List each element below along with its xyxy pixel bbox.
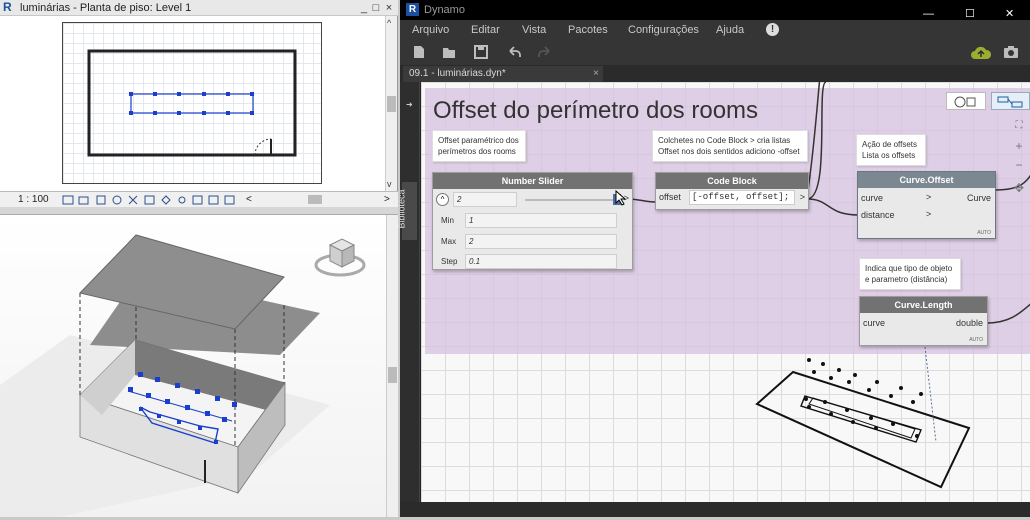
3d-vertical-scrollbar[interactable] <box>386 215 398 517</box>
dynamo-title: Dynamo <box>424 4 465 16</box>
plan-window-titlebar: R luminárias - Planta de piso: Level 1 _… <box>0 0 398 16</box>
3d-scroll-thumb[interactable] <box>388 367 397 383</box>
min-label: Min <box>441 216 454 225</box>
plan-drawing-area[interactable] <box>62 22 322 184</box>
slider-value[interactable]: 2 <box>453 192 517 207</box>
workspace-canvas[interactable]: Offset do perímetro dos rooms Offset par… <box>421 82 1030 502</box>
zoom-fit-icon[interactable]: ⛶ <box>1008 118 1030 136</box>
zoom-out-icon[interactable]: − <box>1008 157 1030 175</box>
library-sidebar: ➜ Biblioteca <box>397 82 420 517</box>
note-code-block[interactable]: Colchetes no Code Block > cria listas Of… <box>652 130 808 162</box>
menu-bar: Arquivo Editar Vista Pacotes Configuraçõ… <box>400 20 1030 40</box>
tab-label: 09.1 - luminárias.dyn* <box>409 68 506 79</box>
curve-offset-lacing[interactable]: AUTO <box>977 230 991 236</box>
camera-icon[interactable] <box>1003 45 1019 59</box>
view-control-icons[interactable] <box>62 195 262 206</box>
min-field[interactable]: 1 <box>465 213 617 228</box>
plan-scroll-thumb[interactable] <box>387 96 396 112</box>
slider-track[interactable] <box>525 199 617 201</box>
code-block-input-port[interactable]: offset <box>659 192 681 202</box>
curve-length-curve-port[interactable]: curve <box>863 318 885 328</box>
mouse-cursor-icon <box>615 190 627 206</box>
plan-restore-button[interactable]: □ <box>370 0 382 16</box>
redo-icon[interactable] <box>538 45 552 59</box>
curve-length-output-port[interactable]: double <box>956 318 983 328</box>
library-toggle[interactable]: Biblioteca <box>397 182 417 240</box>
toolbar <box>400 40 1030 66</box>
revit-floor-plan-view[interactable]: R luminárias - Planta de piso: Level 1 _… <box>0 0 398 207</box>
max-label: Max <box>441 237 457 246</box>
save-icon[interactable] <box>474 45 488 59</box>
cloud-publish-icon[interactable] <box>970 45 992 61</box>
menu-vista[interactable]: Vista <box>522 20 546 40</box>
plan-hscroll-thumb[interactable] <box>308 195 322 204</box>
step-field[interactable]: 0.1 <box>465 254 617 269</box>
note-acao-offsets[interactable]: Ação de offsets Lista os offsets <box>856 134 926 166</box>
curve-offset-output-port[interactable]: Curve <box>967 193 991 203</box>
geometry-view-toggle-icon[interactable] <box>946 92 986 110</box>
curve-offset-distance-port[interactable]: distance <box>861 210 895 220</box>
curve-offset-node[interactable]: Curve.Offset curve > distance > Curve AU… <box>857 171 996 239</box>
plan-drawing <box>87 49 297 157</box>
library-label: Biblioteca <box>396 189 407 229</box>
status-bar <box>400 502 1030 517</box>
menu-configuracoes[interactable]: Configurações <box>628 20 699 40</box>
scroll-down-button[interactable]: v <box>387 179 392 189</box>
graph-view-toggle-icon[interactable] <box>991 92 1030 110</box>
menu-ajuda[interactable]: Ajuda <box>716 20 744 40</box>
slider-expand-icon[interactable]: ^ <box>436 193 449 206</box>
plan-minimize-button[interactable]: _ <box>358 0 370 16</box>
plan-vertical-scrollbar[interactable]: ^ v <box>385 16 397 191</box>
hscroll-left[interactable]: < <box>246 192 252 208</box>
curve-offset-curve-port[interactable]: curve <box>861 193 883 203</box>
plan-close-button[interactable]: × <box>383 0 395 16</box>
curve-length-lacing[interactable]: AUTO <box>969 337 983 343</box>
hscroll-right[interactable]: > <box>384 192 390 208</box>
number-slider-node[interactable]: Number Slider ^ 2 > Min 1 Max 2 Step 0.1 <box>432 172 633 270</box>
code-block-title[interactable]: Code Block <box>656 173 808 189</box>
menu-arquivo[interactable]: Arquivo <box>412 20 449 40</box>
code-block-node[interactable]: Code Block offset [-offset, offset]; > <box>655 172 809 210</box>
curve-offset-curve-chevron-icon: > <box>926 192 932 202</box>
view-splitter[interactable] <box>0 207 398 215</box>
undo-icon[interactable] <box>507 45 521 59</box>
viewcube-icon[interactable] <box>312 231 372 281</box>
dynamo-logo-icon: R <box>406 3 419 16</box>
tab-workspace[interactable]: 09.1 - luminárias.dyn* × <box>403 66 603 82</box>
curve-offset-title[interactable]: Curve.Offset <box>858 172 995 188</box>
zoom-in-icon[interactable]: + <box>1008 138 1030 156</box>
dynamo-window: R Dynamo — ☐ ✕ Arquivo Editar Vista Paco… <box>397 0 1030 517</box>
number-slider-title[interactable]: Number Slider <box>433 173 632 189</box>
note-offset-parametrico[interactable]: Offset paramétrico dos perímetros dos ro… <box>432 130 526 162</box>
code-block-editor[interactable]: [-offset, offset]; <box>689 190 795 205</box>
curve-length-title[interactable]: Curve.Length <box>860 297 987 313</box>
code-block-output-port[interactable]: > <box>800 192 805 202</box>
menu-pacotes[interactable]: Pacotes <box>568 20 608 40</box>
view-scale[interactable]: 1 : 100 <box>18 192 49 208</box>
pan-icon[interactable]: ✥ <box>1008 180 1030 198</box>
tab-close-icon[interactable]: × <box>593 66 599 82</box>
revit-3d-view[interactable] <box>0 215 398 517</box>
open-file-icon[interactable] <box>442 45 456 59</box>
max-field[interactable]: 2 <box>465 234 617 249</box>
curve-offset-distance-chevron-icon: > <box>926 209 932 219</box>
curve-length-node[interactable]: Curve.Length curve double AUTO <box>859 296 988 346</box>
dynamo-titlebar: R Dynamo — ☐ ✕ <box>400 0 1030 28</box>
menu-editar[interactable]: Editar <box>471 20 500 40</box>
revit-logo-icon: R <box>3 0 12 14</box>
plan-window-title: luminárias - Planta de piso: Level 1 <box>20 2 192 14</box>
note-tipo-objeto[interactable]: Indica que tipo de objeto e parametro (d… <box>859 258 961 290</box>
scroll-up-button[interactable]: ^ <box>387 18 391 28</box>
step-label: Step <box>441 257 458 266</box>
help-alert-icon[interactable]: ! <box>766 23 779 36</box>
new-file-icon[interactable] <box>412 45 426 59</box>
library-pin-icon[interactable]: ➜ <box>406 100 413 109</box>
view-control-bar: 1 : 100 < > <box>0 191 398 207</box>
